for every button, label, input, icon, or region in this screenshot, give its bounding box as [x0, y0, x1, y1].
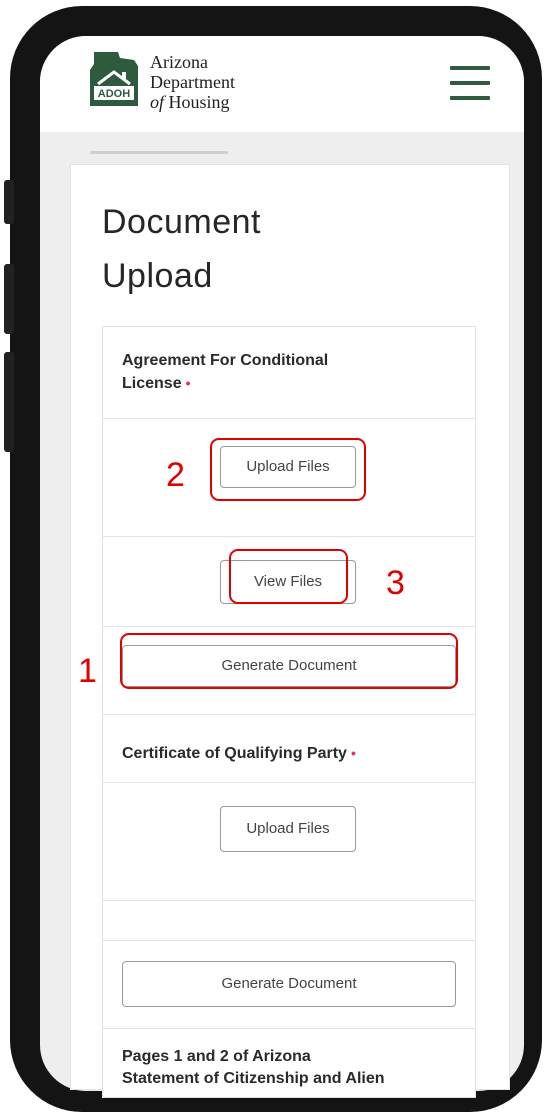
- section-3-label-line-2: Statement of Citizenship and Alien: [122, 1070, 385, 1087]
- side-button-volume-down: [4, 352, 14, 452]
- section-1-label-line-2-wrap: License •: [122, 372, 328, 395]
- page-title-line-1: Document: [102, 203, 261, 241]
- annotation-box-3: [229, 549, 348, 604]
- row-divider: [102, 900, 476, 901]
- annotation-number-1: 1: [78, 652, 97, 690]
- row-divider: [102, 1028, 476, 1029]
- section-3-label-line-1: Pages 1 and 2 of Arizona: [122, 1048, 311, 1065]
- site-header: ADOH Arizona Department of Housing: [40, 36, 524, 132]
- logo-badge-text: ADOH: [98, 88, 130, 100]
- annotation-number-3: 3: [386, 564, 405, 602]
- section-1-label-line-1: Agreement For Conditional: [122, 352, 329, 369]
- row-divider: [102, 418, 476, 419]
- section-2-label: Certificate of Qualifying Party •: [122, 742, 356, 765]
- row-divider: [102, 536, 476, 537]
- side-button-volume-up: [4, 264, 14, 334]
- row-divider: [102, 714, 476, 715]
- upload-files-button[interactable]: Upload Files: [220, 806, 356, 852]
- page-title: Document Upload: [102, 198, 261, 300]
- section-1-label-line-2: License: [122, 375, 182, 392]
- row-divider: [102, 626, 476, 627]
- hamburger-menu-icon[interactable]: [450, 66, 490, 100]
- section-1-label: Agreement For Conditional License •: [122, 350, 328, 395]
- brand-name[interactable]: Arizona Department of Housing: [150, 52, 235, 112]
- required-indicator: •: [185, 375, 191, 391]
- row-divider: [102, 782, 476, 783]
- brand-line-1: Arizona: [150, 52, 208, 72]
- generate-document-button[interactable]: Generate Document: [122, 961, 456, 1007]
- page-title-line-2: Upload: [102, 257, 213, 295]
- brand-line-3-italic: of: [150, 92, 165, 112]
- brand-line-2: Department: [150, 72, 235, 92]
- adoh-logo-icon[interactable]: ADOH: [88, 50, 140, 108]
- brand-line-3: of Housing: [150, 92, 235, 112]
- scroll-indicator: [90, 151, 228, 154]
- annotation-number-2: 2: [166, 456, 185, 494]
- side-button-mute: [4, 180, 14, 224]
- required-indicator: •: [350, 745, 356, 761]
- annotation-box-2: [210, 438, 366, 501]
- row-divider: [102, 940, 476, 941]
- section-2-label-text: Certificate of Qualifying Party: [122, 745, 347, 762]
- brand-line-3-rest: Housing: [164, 92, 230, 112]
- annotation-box-1: [120, 633, 458, 689]
- section-3-label: Pages 1 and 2 of Arizona Statement of Ci…: [122, 1046, 385, 1090]
